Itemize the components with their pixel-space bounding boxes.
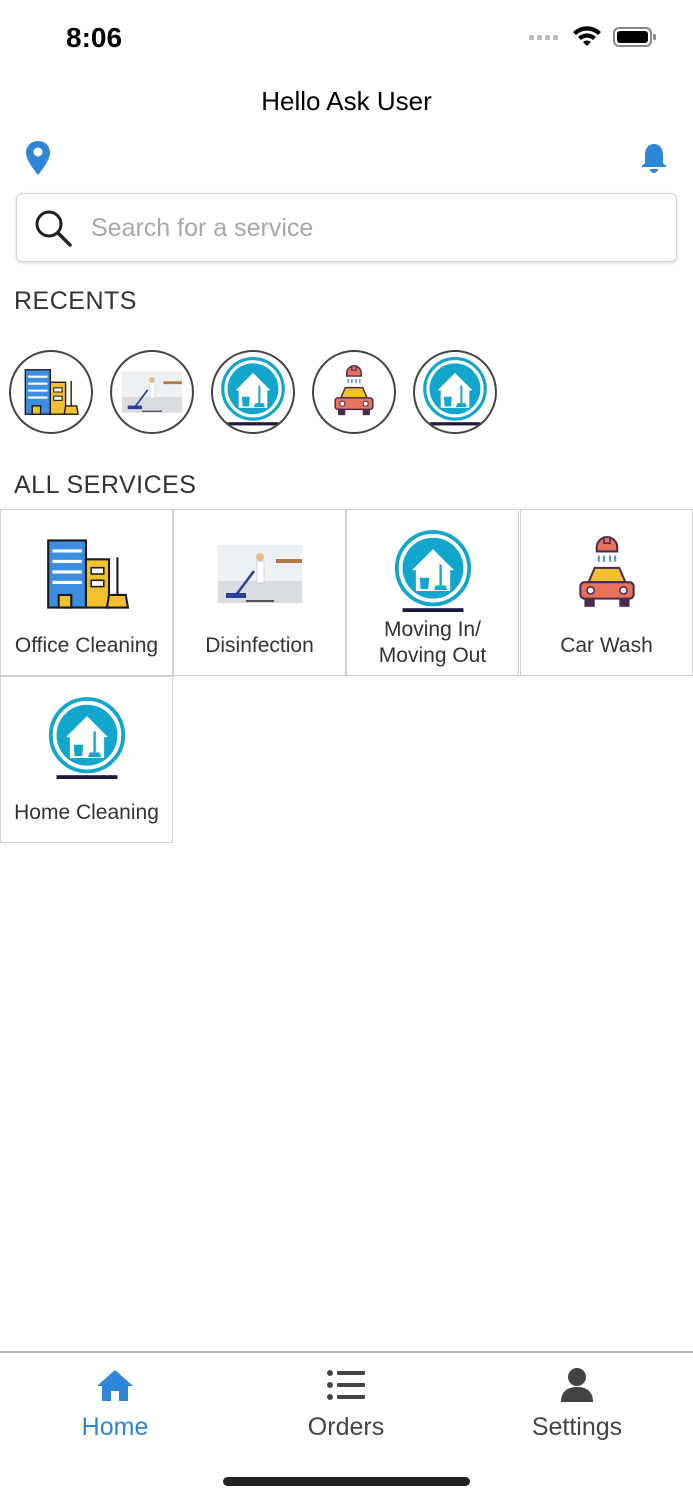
greeting-title: Hello Ask User — [261, 86, 432, 116]
tab-home-label: Home — [81, 1413, 149, 1441]
user-icon — [561, 1368, 593, 1402]
list-icon — [327, 1370, 365, 1400]
service-tile-moving[interactable]: Moving In/ Moving Out — [346, 509, 519, 676]
status-icons — [529, 26, 657, 48]
tab-orders-label: Orders — [307, 1413, 385, 1441]
battery-icon — [613, 27, 656, 47]
house-cleaning-icon — [394, 530, 471, 612]
service-tile-disinfection[interactable]: Disinfection — [173, 509, 346, 676]
status-time: 8:06 — [66, 22, 123, 53]
recents-title: RECENTS — [14, 287, 137, 315]
service-label: Office Cleaning — [14, 634, 159, 657]
house-cleaning-icon — [221, 357, 285, 426]
location-pin-icon[interactable] — [24, 140, 52, 176]
house-cleaning-icon — [423, 357, 487, 426]
office-building-icon — [24, 369, 79, 415]
car-wash-icon — [578, 536, 635, 607]
tab-settings[interactable]: Settings — [487, 1363, 667, 1442]
office-building-icon — [46, 539, 129, 609]
home-icon — [97, 1370, 133, 1401]
recent-item-home-cleaning[interactable] — [413, 350, 497, 434]
service-tile-office-cleaning[interactable]: Office Cleaning — [0, 509, 173, 676]
service-label: Disinfection — [205, 634, 314, 657]
tab-home[interactable]: Home — [25, 1363, 205, 1442]
recents-list — [9, 350, 497, 434]
recent-item-office-cleaning[interactable] — [9, 350, 93, 434]
service-label: Moving In/ Moving Out — [378, 618, 487, 667]
status-bar: 8:06 — [0, 0, 693, 80]
recent-item-car-wash[interactable] — [312, 350, 396, 434]
recent-item-moving[interactable] — [211, 350, 295, 434]
tab-settings-label: Settings — [531, 1413, 623, 1441]
search-bar[interactable] — [16, 193, 677, 262]
service-tile-car-wash[interactable]: Car Wash — [520, 509, 693, 676]
home-indicator — [223, 1477, 470, 1486]
service-label: Home Cleaning — [14, 801, 159, 824]
notification-bell-icon[interactable] — [639, 142, 669, 174]
tab-orders[interactable]: Orders — [256, 1363, 436, 1442]
all-services-title: ALL SERVICES — [14, 471, 197, 499]
disinfection-photo — [217, 545, 302, 603]
service-label: Car Wash — [560, 634, 653, 657]
disinfection-photo — [122, 371, 182, 413]
signal-icon — [529, 35, 558, 40]
service-tile-home-cleaning[interactable]: Home Cleaning — [0, 676, 173, 843]
wifi-icon — [573, 26, 601, 46]
house-cleaning-icon — [48, 697, 125, 779]
recent-item-disinfection[interactable] — [110, 350, 194, 434]
car-wash-icon — [334, 365, 374, 416]
search-icon — [35, 210, 72, 247]
search-input[interactable] — [91, 204, 661, 252]
